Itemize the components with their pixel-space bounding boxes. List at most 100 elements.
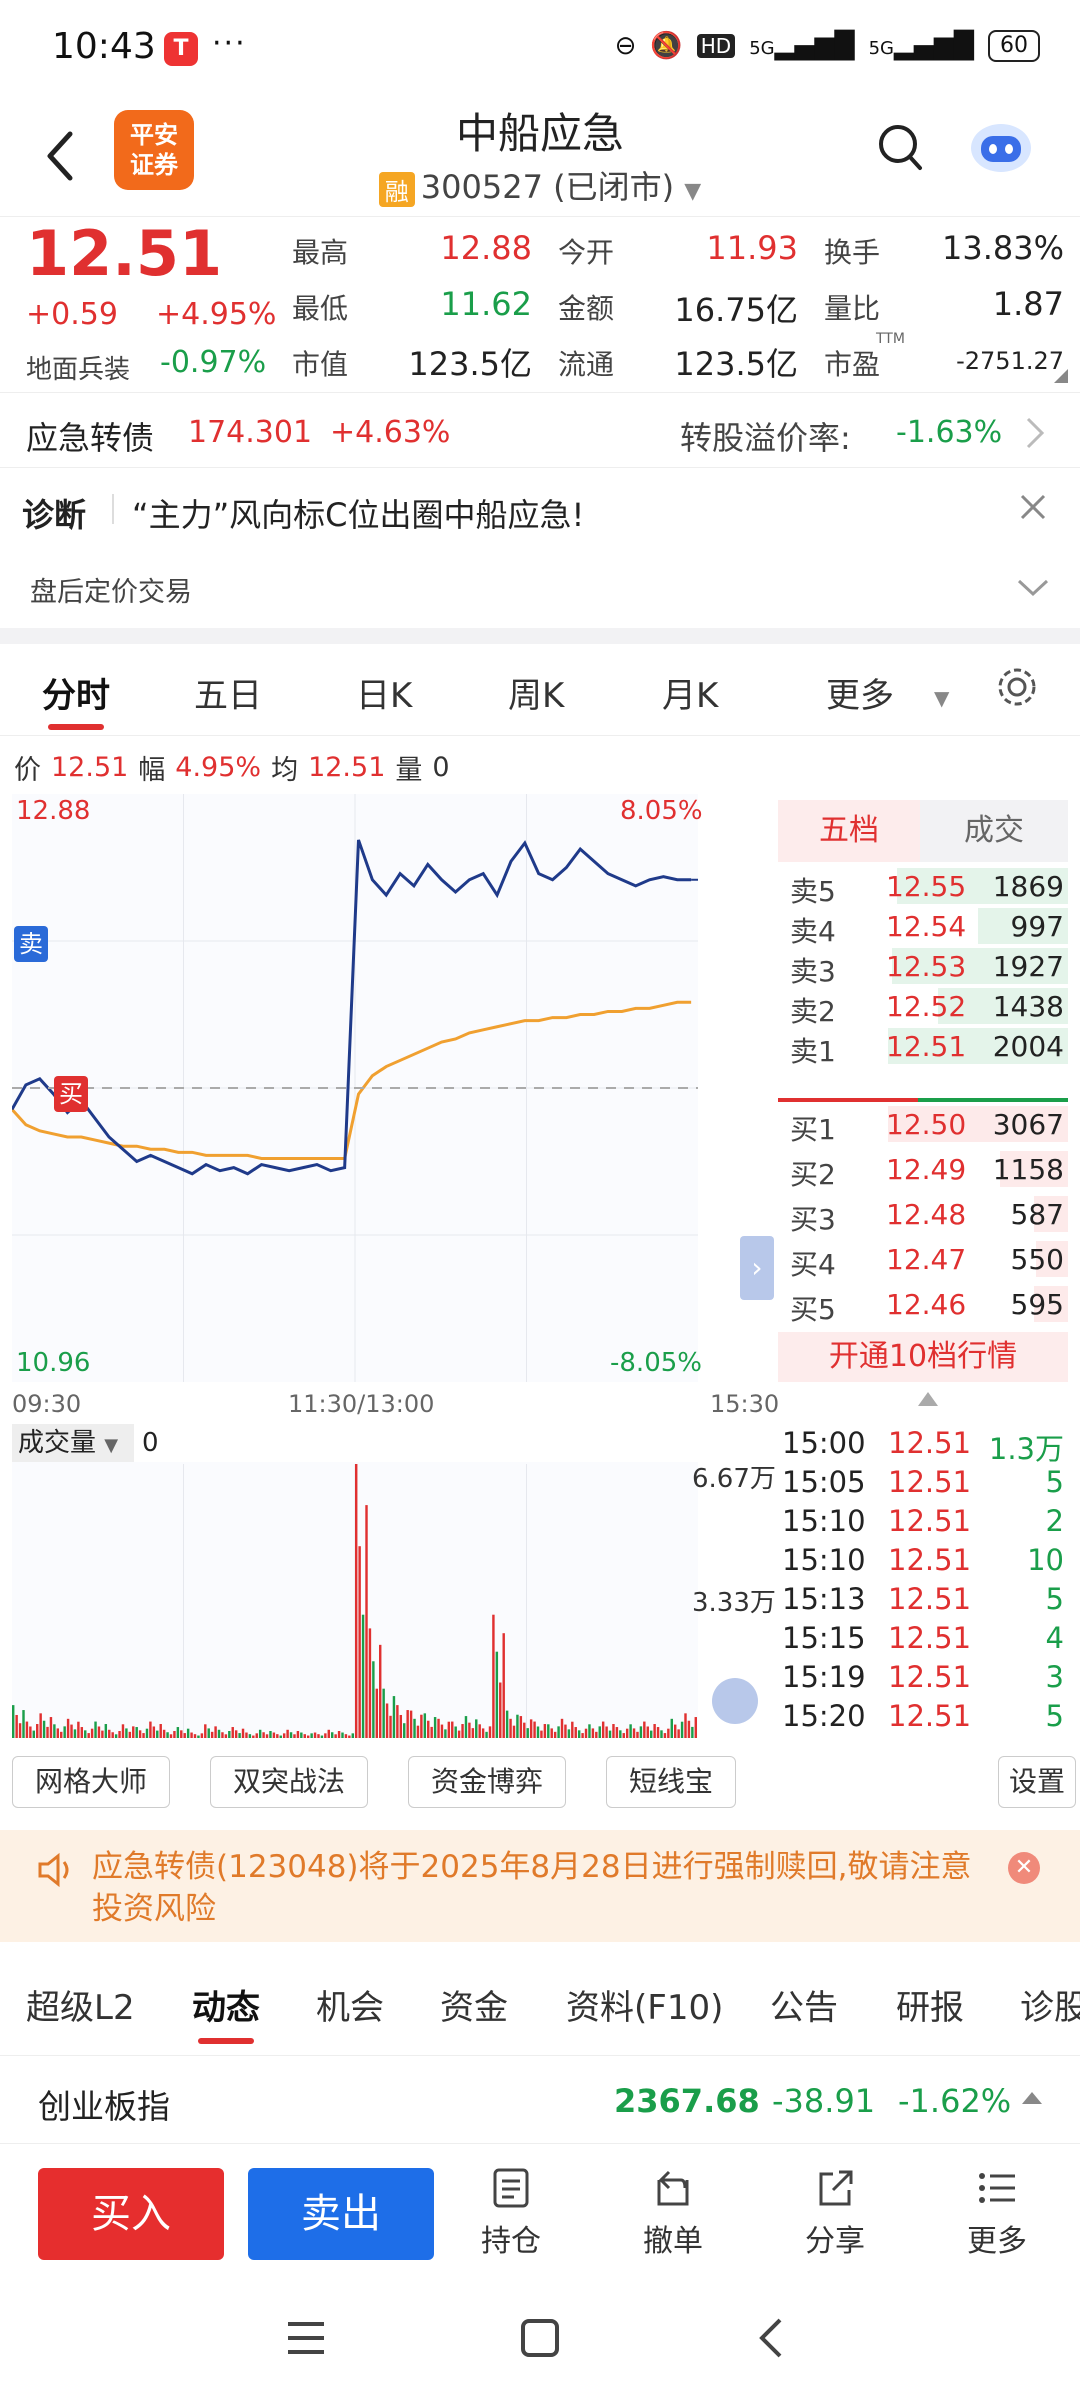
sell-marker[interactable]: 卖: [14, 926, 48, 962]
bid-row-3[interactable]: 买3 12.48 587: [778, 1194, 1068, 1236]
volume-bar: [375, 1688, 379, 1738]
bond-price: 174.301: [188, 415, 313, 450]
status-icons: ⊖ 🔕 HD 5G▂▄▆█ 5G▂▄▆█ 60: [615, 30, 1040, 62]
signal-icon-2: 5G▂▄▆█: [868, 31, 974, 61]
cancel-order-button[interactable]: 撤单: [618, 2166, 728, 2260]
tab-diagnosis[interactable]: 诊股: [1020, 1980, 1080, 2029]
ai-assistant-icon[interactable]: [968, 116, 1034, 176]
tick-time: 15:20: [782, 1699, 866, 1733]
intraday-price-chart[interactable]: [12, 794, 698, 1382]
volume-chart[interactable]: [12, 1424, 698, 1738]
volume-bar: [286, 1729, 289, 1738]
volume-bar: [80, 1727, 84, 1738]
sell-button[interactable]: 卖出: [248, 2168, 434, 2260]
ask-row-3[interactable]: 卖3 12.53 1927: [778, 946, 1068, 988]
menu-icon[interactable]: [286, 2320, 326, 2356]
volume-bar: [492, 1614, 495, 1738]
volume-bar: [317, 1734, 320, 1738]
volume-bar: [193, 1734, 197, 1738]
tab-capital[interactable]: 资金: [440, 1980, 508, 2029]
volume-max-label: 6.67万: [692, 1464, 776, 1494]
tab-daily-k[interactable]: 日K: [356, 668, 412, 717]
tab-more[interactable]: 更多: [826, 668, 894, 717]
volume-bar: [258, 1729, 262, 1738]
volume-bar: [214, 1726, 217, 1738]
settings-gear-icon[interactable]: [994, 664, 1040, 710]
volume-bar: [183, 1733, 186, 1738]
dropdown-caret-icon: ▼: [684, 179, 702, 204]
level-label: 买5: [790, 1293, 836, 1326]
tab-news[interactable]: 动态: [192, 1980, 260, 2029]
upgrade-level10-button[interactable]: 开通10档行情: [778, 1332, 1068, 1382]
tab-five-day[interactable]: 五日: [194, 668, 262, 717]
tab-intraday[interactable]: 分时: [42, 668, 110, 717]
expand-corner-icon[interactable]: [1054, 369, 1068, 383]
tab-super-l2[interactable]: 超级L2: [26, 1980, 135, 2029]
tool-grid-master[interactable]: 网格大师: [12, 1756, 170, 1808]
volume-bar: [334, 1734, 337, 1738]
volume-bar: [495, 1651, 499, 1738]
price-change: +0.59: [26, 297, 118, 332]
speaker-icon: [38, 1852, 69, 1888]
volume-bar: [224, 1734, 228, 1738]
ask-row-5[interactable]: 卖1 12.51 2004: [778, 1026, 1068, 1068]
bid-row-4[interactable]: 买4 12.47 550: [778, 1239, 1068, 1281]
back-nav-icon[interactable]: [756, 2316, 786, 2360]
volume-bar: [427, 1720, 430, 1738]
share-button[interactable]: 分享: [780, 2166, 890, 2260]
convertible-bond-row[interactable]: 应急转债 174.301 +4.63% 转股溢价率: -1.63%: [0, 392, 1080, 468]
diagnosis-banner[interactable]: 诊断 “主力”风向标C位出圈中船应急!: [0, 470, 1080, 546]
ask-row-4[interactable]: 卖2 12.52 1438: [778, 986, 1068, 1028]
tab-research[interactable]: 研报: [896, 1980, 964, 2029]
bid-row-1[interactable]: 买1 12.50 3067: [778, 1104, 1068, 1146]
volume-bar: [18, 1723, 22, 1738]
volume-bar: [430, 1726, 433, 1738]
chevron-down-icon[interactable]: [1016, 578, 1050, 598]
info-tabs: 超级L2 动态 机会 资金 资料(F10) 公告 研报 诊股: [0, 1960, 1080, 2056]
tool-double-breakout[interactable]: 双突战法: [210, 1756, 368, 1808]
info-avg-label: 均: [271, 755, 299, 786]
buy-marker[interactable]: 买: [54, 1076, 88, 1112]
tab-weekly-k[interactable]: 周K: [508, 668, 564, 717]
volume-bar: [70, 1724, 73, 1738]
index-ticker[interactable]: 创业板指 2367.68 -38.91 -1.62%: [0, 2058, 1080, 2144]
close-icon[interactable]: [1018, 492, 1048, 522]
tab-announcements[interactable]: 公告: [770, 1980, 838, 2029]
expand-orderbook-arrow-icon[interactable]: ›: [740, 1236, 774, 1300]
ask-row-1[interactable]: 卖5 12.55 1869: [778, 866, 1068, 908]
tab-order-book[interactable]: 五档: [778, 800, 920, 862]
volume-bar: [574, 1727, 577, 1738]
volume-bar: [571, 1721, 574, 1738]
notice-close-icon[interactable]: ✕: [1008, 1852, 1040, 1884]
collapse-up-icon[interactable]: [1022, 2092, 1042, 2104]
tool-short-term[interactable]: 短线宝: [606, 1756, 736, 1808]
bid-row-5[interactable]: 买5 12.46 595: [778, 1284, 1068, 1326]
search-icon[interactable]: [876, 122, 924, 172]
after-hours-row[interactable]: 盘后定价交易: [0, 546, 1080, 626]
ask-row-2[interactable]: 卖4 12.54 997: [778, 906, 1068, 948]
stat-value-pe: -2751.27: [956, 347, 1064, 375]
home-icon[interactable]: [520, 2318, 560, 2358]
volume-bar: [444, 1729, 447, 1738]
volume-bar: [577, 1730, 581, 1738]
bid-row-2[interactable]: 买2 12.49 1158: [778, 1149, 1068, 1191]
volume-bar: [591, 1728, 595, 1738]
tools-settings-button[interactable]: 设置: [998, 1756, 1076, 1808]
sector-name[interactable]: 地面兵装: [26, 349, 130, 386]
volume-bar: [12, 1705, 15, 1738]
level-price: 12.55: [886, 870, 967, 903]
redemption-notice[interactable]: 应急转债(123048)将于2025年8月28日进行强制赎回,敬请注意投资风险 …: [0, 1830, 1080, 1942]
tab-trades[interactable]: 成交: [920, 800, 1068, 862]
tab-f10[interactable]: 资料(F10): [566, 1980, 723, 2029]
volume-bar: [56, 1728, 60, 1738]
fullscreen-icon[interactable]: [712, 1678, 758, 1724]
more-button[interactable]: 更多: [942, 2166, 1052, 2260]
holdings-button[interactable]: 持仓: [456, 2166, 566, 2260]
collapse-up-icon[interactable]: [918, 1392, 938, 1406]
volume-bar: [111, 1732, 114, 1738]
volume-bar: [694, 1717, 697, 1738]
tab-monthly-k[interactable]: 月K: [662, 668, 718, 717]
tool-capital-game[interactable]: 资金博弈: [408, 1756, 566, 1808]
buy-button[interactable]: 买入: [38, 2168, 224, 2260]
tab-opportunity[interactable]: 机会: [316, 1980, 384, 2029]
